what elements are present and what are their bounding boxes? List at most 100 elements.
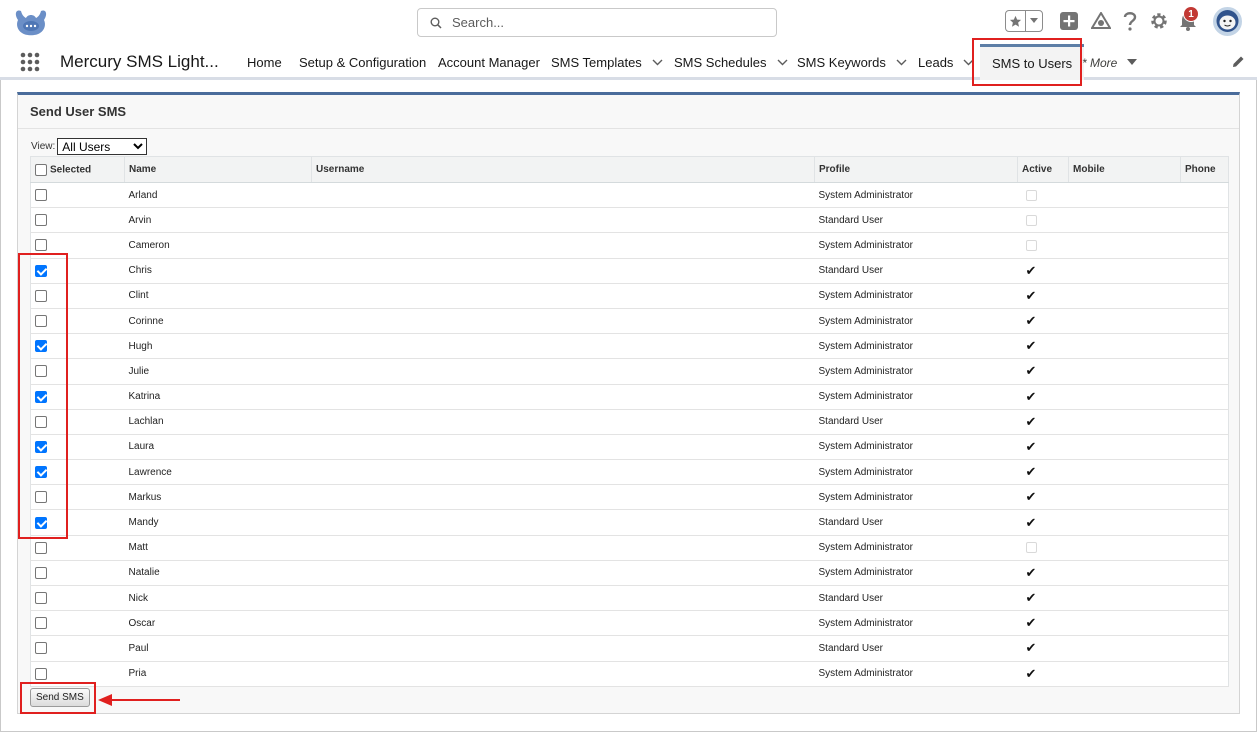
help-icon[interactable]	[1119, 10, 1141, 32]
tab-sms-to-users[interactable]: SMS to Users	[980, 44, 1085, 80]
cell-username	[311, 635, 815, 662]
cell-phone	[1180, 258, 1229, 284]
column-header-phone[interactable]: Phone	[1180, 156, 1229, 183]
cell-profile: System Administrator	[814, 610, 1018, 637]
cell-name: Arvin	[124, 207, 312, 234]
cell-name: Natalie	[124, 560, 312, 587]
tab-label: Account Manager	[438, 55, 540, 70]
row-select-checkbox[interactable]	[35, 440, 47, 453]
checkmark-icon: ✔	[1025, 514, 1037, 530]
cell-name: Corinne	[124, 308, 312, 335]
row-select-checkbox[interactable]	[35, 264, 47, 277]
favorites-button[interactable]	[1005, 10, 1043, 32]
star-icon[interactable]	[1006, 11, 1026, 31]
checkmark-icon: ✔	[1025, 438, 1037, 454]
row-select-checkbox[interactable]	[35, 214, 47, 227]
column-header-name[interactable]: Name	[124, 156, 312, 183]
cell-active: ✔	[1017, 384, 1069, 410]
cell-mobile	[1068, 308, 1181, 335]
cell-name: Clint	[124, 283, 312, 309]
trailhead-icon[interactable]	[1090, 10, 1112, 32]
add-icon[interactable]	[1058, 10, 1080, 32]
cell-active	[1017, 535, 1069, 561]
table-header-row: Selected Name Username Profile Active Mo…	[30, 156, 1229, 183]
app-name: Mercury SMS Light...	[60, 52, 219, 71]
cell-selected	[30, 535, 125, 561]
tab-sms-keywords[interactable]: SMS Keywords	[797, 46, 907, 79]
cell-name: Matt	[124, 535, 312, 561]
global-search[interactable]	[417, 8, 777, 37]
row-select-checkbox[interactable]	[35, 491, 47, 504]
tab-account-manager[interactable]: Account Manager	[438, 46, 540, 79]
row-select-checkbox[interactable]	[35, 289, 47, 302]
divider	[18, 128, 1239, 129]
avatar-icon[interactable]	[1212, 6, 1243, 37]
view-select[interactable]: All Users	[57, 138, 148, 155]
checkmark-icon: ✔	[1025, 640, 1037, 656]
send-sms-button[interactable]: Send SMS	[30, 688, 90, 707]
row-select-checkbox[interactable]	[35, 365, 47, 378]
chevron-down-icon[interactable]	[652, 59, 663, 66]
cell-mobile	[1068, 535, 1181, 561]
row-select-checkbox[interactable]	[35, 239, 47, 252]
cell-mobile	[1068, 459, 1181, 486]
cloud-logo-icon[interactable]	[12, 6, 50, 38]
cell-mobile	[1068, 560, 1181, 587]
cell-mobile	[1068, 610, 1181, 637]
table-body: Arland System Administrator Arvin Standard …	[30, 182, 1229, 687]
cell-phone	[1180, 358, 1229, 385]
column-label: Phone	[1185, 164, 1216, 175]
table-row: Chris Standard User ✔	[30, 258, 1229, 284]
cell-name: Julie	[124, 358, 312, 385]
arrow-left-icon	[98, 694, 180, 706]
column-header-username[interactable]: Username	[311, 156, 815, 183]
cell-profile: System Administrator	[814, 560, 1018, 587]
cell-name: Pria	[124, 661, 312, 687]
row-select-checkbox[interactable]	[35, 315, 47, 328]
edit-nav-icon[interactable]	[1231, 55, 1245, 69]
column-header-mobile[interactable]: Mobile	[1068, 156, 1181, 183]
app-launcher-icon[interactable]	[20, 52, 40, 72]
row-select-checkbox[interactable]	[35, 617, 47, 630]
chevron-down-icon[interactable]	[1026, 11, 1042, 31]
cell-username	[311, 610, 815, 637]
chevron-down-icon[interactable]	[963, 59, 974, 66]
row-select-checkbox[interactable]	[35, 516, 47, 529]
cell-profile: Standard User	[814, 635, 1018, 662]
tab-label: SMS to Users	[992, 56, 1073, 71]
cell-name: Nick	[124, 585, 312, 612]
row-select-checkbox[interactable]	[35, 390, 47, 403]
gear-icon[interactable]	[1148, 10, 1170, 32]
row-select-checkbox[interactable]	[35, 642, 47, 655]
cell-name: Oscar	[124, 610, 312, 637]
cell-username	[311, 207, 815, 234]
tab-more[interactable]: * More	[1082, 46, 1138, 79]
search-input[interactable]	[450, 14, 750, 31]
row-select-checkbox[interactable]	[35, 592, 47, 605]
tab-sms-schedules[interactable]: SMS Schedules	[674, 46, 788, 79]
chevron-down-icon[interactable]	[777, 59, 788, 66]
select-all-checkbox[interactable]	[35, 163, 47, 176]
cell-username	[311, 560, 815, 587]
caret-down-icon[interactable]	[1127, 59, 1138, 66]
row-select-checkbox[interactable]	[35, 667, 47, 680]
chevron-down-icon[interactable]	[896, 59, 907, 66]
row-select-checkbox[interactable]	[35, 415, 47, 428]
row-select-checkbox[interactable]	[35, 566, 47, 579]
tab-setup-configuration[interactable]: Setup & Configuration	[299, 46, 426, 79]
cell-active: ✔	[1017, 409, 1069, 435]
cell-username	[311, 308, 815, 335]
cell-username	[311, 459, 815, 486]
cell-profile: System Administrator	[814, 459, 1018, 486]
column-header-active[interactable]: Active	[1017, 156, 1069, 183]
row-select-checkbox[interactable]	[35, 466, 47, 479]
tab-leads[interactable]: Leads	[918, 46, 974, 79]
row-select-checkbox[interactable]	[35, 189, 47, 202]
column-header-profile[interactable]: Profile	[814, 156, 1018, 183]
cell-selected	[30, 661, 125, 687]
tab-home[interactable]: Home	[247, 46, 282, 79]
cell-username	[311, 333, 815, 360]
row-select-checkbox[interactable]	[35, 340, 47, 353]
tab-sms-templates[interactable]: SMS Templates	[551, 46, 663, 79]
row-select-checkbox[interactable]	[35, 541, 47, 554]
